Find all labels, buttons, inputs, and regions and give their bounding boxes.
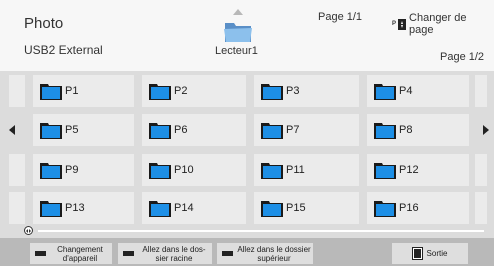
color-key-icon [222,251,233,256]
root-folder-label: Allez dans le dos-sier racine [142,244,206,263]
edge-tile-right [475,154,487,186]
folder-icon [374,83,396,100]
folder-icon [40,122,62,139]
change-page-label: Changer de page [409,12,467,36]
folder-label: P16 [399,202,419,214]
device-name: USB2 External [24,43,103,57]
folder-label: P14 [174,202,194,214]
header-bar: Photo USB2 External Lecteur1 Page 1/1 P … [0,0,494,71]
folder-item[interactable]: P11 [254,154,359,186]
folder-label: P3 [286,85,300,97]
folder-icon [261,122,283,139]
edge-tile-left [9,75,25,107]
page-indicator-center: Page 1/1 [318,11,363,23]
folder-icon [261,162,283,179]
parent-folder-label: Allez dans le dossier supérieur [237,244,311,263]
folder-item[interactable]: P16 [367,192,469,224]
folder-icon [374,200,396,217]
folder-item[interactable]: P8 [367,114,469,146]
folder-icon [40,200,62,217]
folder-item[interactable]: P3 [254,75,359,107]
folder-label: P11 [286,164,305,176]
folder-icon [374,122,396,139]
folder-item[interactable]: P2 [142,75,246,107]
up-arrow-icon[interactable] [233,9,243,15]
folder-item[interactable]: P10 [142,154,246,186]
page-indicator-right: Page 1/2 [440,51,485,63]
folder-icon [40,162,62,179]
app-title: Photo [24,15,64,32]
folder-icon [261,200,283,217]
folder-item[interactable]: P4 [367,75,469,107]
scrollbar-track[interactable] [38,230,484,232]
folder-item[interactable]: P13 [33,192,134,224]
next-page-arrow-icon[interactable] [483,125,489,135]
folder-icon [149,200,171,217]
folder-label: P2 [174,85,188,97]
folder-label: P4 [399,85,413,97]
folder-label: P8 [399,124,413,136]
folder-label: P1 [65,85,79,97]
folder-label: P10 [174,164,194,176]
edge-tile-left [9,154,25,186]
folder-item[interactable]: P1 [33,75,134,107]
root-folder-button[interactable]: Allez dans le dos-sier racine [118,243,212,264]
folder-label: P7 [286,124,300,136]
edge-tile-right [475,192,487,224]
drive-label: Lecteur1 [215,45,258,57]
folder-icon [149,83,171,100]
exit-icon [411,247,423,260]
scroll-icon [24,226,33,235]
edge-tile-right [475,75,487,107]
drive-folder-icon[interactable] [223,18,253,44]
edge-tile-left [9,192,25,224]
folder-label: P13 [65,202,85,214]
folder-label: P15 [286,202,306,214]
folder-item[interactable]: P14 [142,192,246,224]
folder-item[interactable]: P5 [33,114,134,146]
folder-icon [40,83,62,100]
folder-icon [149,122,171,139]
folder-label: P12 [399,164,419,176]
folder-item[interactable]: P6 [142,114,246,146]
folder-item[interactable]: P9 [33,154,134,186]
color-key-icon [35,251,46,256]
change-device-label: Changement d'appareil [57,244,103,263]
color-key-icon [123,251,134,256]
parent-folder-button[interactable]: Allez dans le dossier supérieur [217,243,313,264]
folder-icon [374,162,396,179]
page-updown-icon [398,18,407,30]
folder-item[interactable]: P7 [254,114,359,146]
change-page-hint: P Changer de page [392,12,494,36]
exit-button[interactable]: Sortie [392,243,468,264]
folder-item[interactable]: P12 [367,154,469,186]
folder-label: P6 [174,124,188,136]
change-device-button[interactable]: Changement d'appareil [30,243,112,264]
folder-item[interactable]: P15 [254,192,359,224]
folder-label: P5 [65,124,79,136]
folder-label: P9 [65,164,79,176]
exit-label: Sortie [426,249,448,258]
folder-icon [261,83,283,100]
p-key-label: P [392,21,397,27]
folder-icon [149,162,171,179]
previous-page-arrow-icon[interactable] [9,125,15,135]
